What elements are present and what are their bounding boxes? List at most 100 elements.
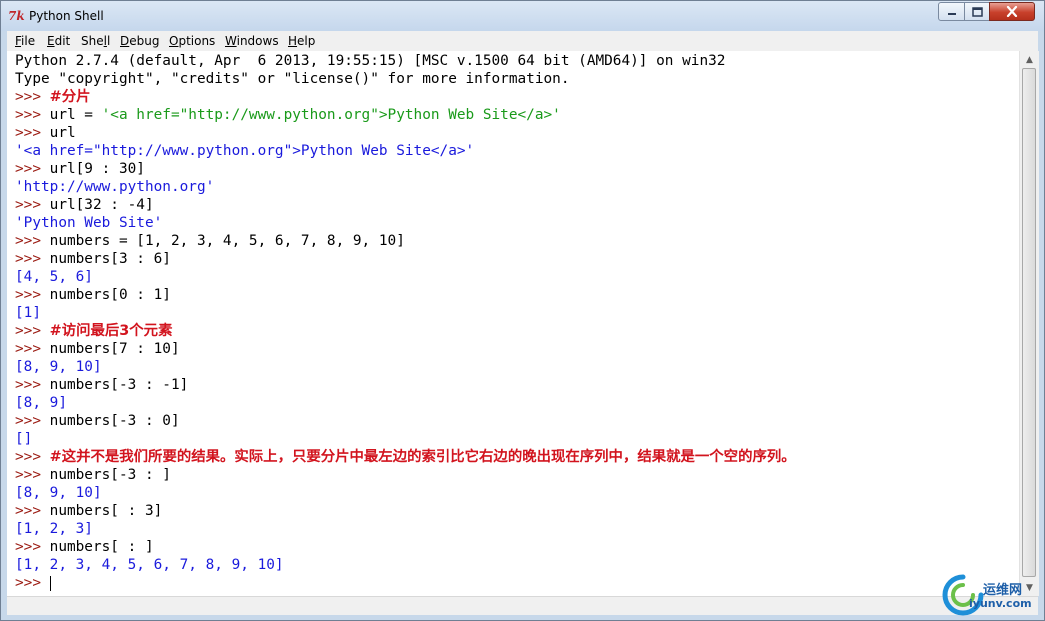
shell-line: 'Python Web Site' — [15, 214, 796, 232]
shell-info-text: Type "copyright", "credits" or "license(… — [15, 71, 570, 87]
shell-prompt-text: >>> — [15, 197, 50, 213]
menu-bar: File Edit Shell Debug Options Windows He… — [7, 31, 1038, 52]
shell-prompt-text: >>> — [15, 125, 50, 141]
shell-line: [8, 9] — [15, 394, 796, 412]
shell-line: >>> #分片 — [15, 88, 796, 106]
close-icon — [1006, 6, 1018, 17]
shell-prompt-text: >>> — [15, 161, 50, 177]
close-button[interactable] — [989, 2, 1035, 21]
shell-code-text: url — [49, 125, 76, 141]
shell-comment-text: #这并不是我们所要的结果。实际上，只要分片中最左边的索引比它右边的晚出现在序列中… — [49, 449, 796, 465]
shell-out-text: [8, 9, 10] — [15, 485, 102, 501]
shell-prompt-text: >>> — [15, 377, 50, 393]
shell-line: >>> numbers[7 : 10] — [15, 340, 796, 358]
shell-comment-text: #访问最后3个元素 — [49, 323, 173, 339]
shell-line: [4, 5, 6] — [15, 268, 796, 286]
shell-out-text: [8, 9] — [15, 395, 67, 411]
python-shell-window: 7k Python Shell File Edit Shell Debug Op… — [0, 0, 1045, 621]
shell-prompt-text: >>> — [15, 539, 50, 555]
menu-help-label: elp — [297, 34, 316, 48]
shell-prompt-text: >>> — [15, 341, 50, 357]
shell-code-text: numbers[7 : 10] — [49, 341, 180, 357]
shell-line: >>> numbers[3 : 6] — [15, 250, 796, 268]
shell-out-text: [8, 9, 10] — [15, 359, 102, 375]
shell-string-text: '<a href="http://www.python.org">Python … — [101, 107, 561, 123]
shell-line: [8, 9, 10] — [15, 358, 796, 376]
shell-line: >>> #访问最后3个元素 — [15, 322, 796, 340]
maximize-button[interactable] — [964, 2, 990, 21]
shell-prompt-text: >>> — [15, 323, 50, 339]
shell-out-text: '<a href="http://www.python.org">Python … — [15, 143, 475, 159]
window-title: Python Shell — [29, 9, 104, 23]
shell-out-text: 'http://www.python.org' — [15, 179, 215, 195]
shell-prompt-text: >>> — [15, 467, 50, 483]
menu-debug[interactable]: Debug — [120, 33, 159, 49]
menu-shell-label: l — [106, 34, 111, 48]
menu-shell[interactable]: Shell — [81, 33, 110, 49]
shell-code-text: numbers[-3 : ] — [49, 467, 171, 483]
shell-line: >>> url[32 : -4] — [15, 196, 796, 214]
menu-help[interactable]: Help — [288, 33, 315, 49]
shell-prompt-text: >>> — [15, 233, 50, 249]
menu-file[interactable]: File — [15, 33, 35, 49]
shell-code-text: numbers[0 : 1] — [49, 287, 171, 303]
shell-out-text: [1, 2, 3] — [15, 521, 93, 537]
tk-feather-icon: 7k — [8, 9, 25, 23]
watermark-logo: 运维网 iyunv.com — [941, 573, 1041, 617]
shell-line: >>> numbers[ : 3] — [15, 502, 796, 520]
watermark-text-cn: 运维网 — [983, 583, 1023, 598]
shell-code-text: numbers = [1, 2, 3, 4, 5, 6, 7, 8, 9, 10… — [49, 233, 405, 249]
shell-code-text: url[9 : 30] — [49, 161, 145, 177]
maximize-icon — [971, 6, 983, 17]
title-bar[interactable]: 7k Python Shell — [1, 1, 1044, 31]
shell-prompt-text: >>> — [15, 251, 50, 267]
menu-edit-label: dit — [54, 34, 71, 48]
menu-shell-label-pre: She — [81, 34, 104, 48]
menu-windows[interactable]: Windows — [225, 33, 279, 49]
scroll-up-arrow-icon[interactable]: ▲ — [1020, 51, 1039, 68]
menu-debug-mnemonic: D — [120, 34, 130, 48]
shell-line: [1, 2, 3, 4, 5, 6, 7, 8, 9, 10] — [15, 556, 796, 574]
menu-file-label: ile — [21, 34, 36, 48]
menu-options-label: ptions — [178, 34, 216, 48]
shell-text-area[interactable]: Python 2.7.4 (default, Apr 6 2013, 19:55… — [7, 51, 1019, 596]
shell-code-text: numbers[3 : 6] — [49, 251, 171, 267]
shell-code-text: numbers[-3 : 0] — [49, 413, 180, 429]
shell-out-text: [1, 2, 3, 4, 5, 6, 7, 8, 9, 10] — [15, 557, 284, 573]
minimize-button[interactable] — [938, 2, 965, 21]
vertical-scrollbar[interactable]: ▲ ▼ — [1019, 51, 1039, 596]
shell-prompt-text: >>> — [15, 449, 50, 465]
shell-code-text: url[32 : -4] — [49, 197, 154, 213]
watermark-swirl-icon — [942, 574, 984, 616]
shell-line: >>> #这并不是我们所要的结果。实际上，只要分片中最左边的索引比它右边的晚出现… — [15, 448, 796, 466]
shell-prompt-text: >>> — [15, 287, 50, 303]
shell-line: Type "copyright", "credits" or "license(… — [15, 70, 796, 88]
shell-line: [1] — [15, 304, 796, 322]
shell-line: >>> numbers[-3 : ] — [15, 466, 796, 484]
shell-code-text: numbers[ : ] — [49, 539, 154, 555]
shell-out-text: [4, 5, 6] — [15, 269, 93, 285]
shell-line: '<a href="http://www.python.org">Python … — [15, 142, 796, 160]
shell-line: >>> numbers[0 : 1] — [15, 286, 796, 304]
menu-edit[interactable]: Edit — [47, 33, 70, 49]
shell-prompt-text: >>> — [15, 89, 50, 105]
status-bar — [7, 596, 1038, 615]
shell-info-text: Python 2.7.4 (default, Apr 6 2013, 19:55… — [15, 53, 726, 69]
shell-line: >>> url = '<a href="http://www.python.or… — [15, 106, 796, 124]
shell-prompt-text: >>> — [15, 107, 50, 123]
shell-line: Python 2.7.4 (default, Apr 6 2013, 19:55… — [15, 52, 796, 70]
shell-line: >>> numbers[ : ] — [15, 538, 796, 556]
text-cursor — [49, 575, 51, 591]
shell-line: >>> url[9 : 30] — [15, 160, 796, 178]
shell-line: 'http://www.python.org' — [15, 178, 796, 196]
shell-out-text: [] — [15, 431, 33, 447]
watermark-text-en: iyunv.com — [969, 597, 1032, 610]
menu-options[interactable]: Options — [169, 33, 215, 49]
shell-code-text: numbers[ : 3] — [49, 503, 163, 519]
shell-line: >>> numbers[-3 : -1] — [15, 376, 796, 394]
shell-line: >>> url — [15, 124, 796, 142]
shell-line: [] — [15, 430, 796, 448]
shell-line: >>> numbers[-3 : 0] — [15, 412, 796, 430]
scrollbar-thumb[interactable] — [1022, 68, 1036, 577]
shell-output: Python 2.7.4 (default, Apr 6 2013, 19:55… — [15, 52, 796, 592]
